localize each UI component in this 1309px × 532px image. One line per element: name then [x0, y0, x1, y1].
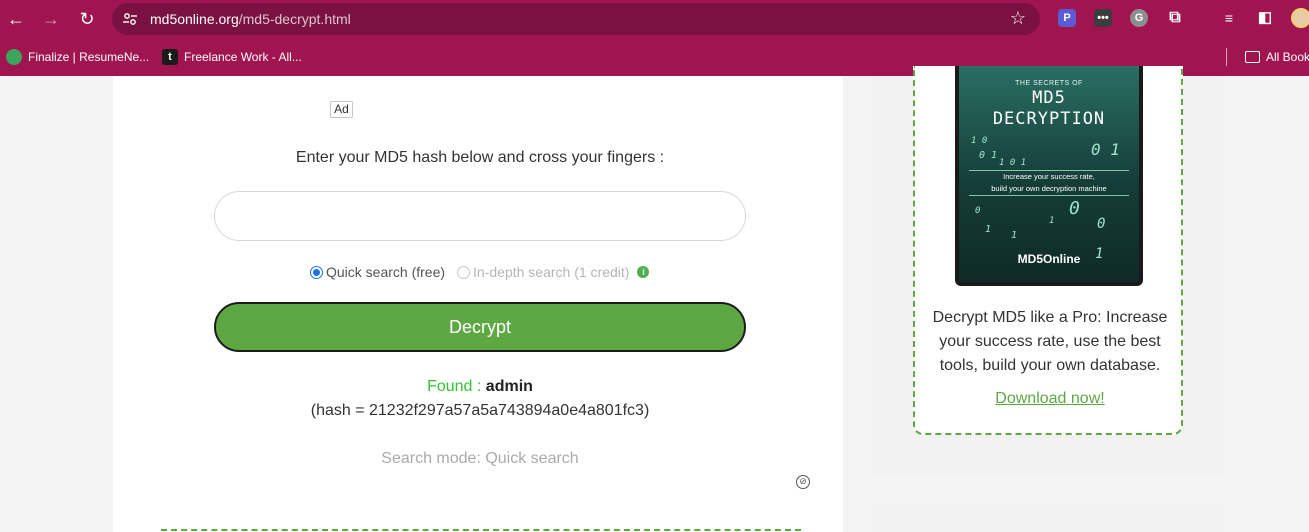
book-cover-image[interactable]: 1 0 0 1 0 1 1 0 1 0 0 0 1 1 1 1 THE SECR… — [955, 66, 1143, 286]
result-hash: (hash = 21232f297a57a5a743894a0e4a801fc3… — [310, 402, 650, 419]
info-icon[interactable]: i — [637, 266, 650, 278]
found-label: Found : — [427, 378, 482, 395]
android-icon — [6, 49, 22, 65]
cover-digit: 0 — [1069, 198, 1080, 219]
promo-description: Decrypt MD5 like a Pro: Increase your su… — [932, 309, 1168, 374]
sidebar-ad-card: 1 0 0 1 0 1 1 0 1 0 0 0 1 1 1 1 THE SECR… — [873, 66, 1223, 474]
url-text[interactable]: md5online.org/md5-decrypt.html — [150, 11, 351, 27]
reading-list-icon[interactable]: ≡ — [1220, 9, 1238, 27]
hash-prompt: Enter your MD5 hash below and cross your… — [295, 149, 665, 166]
browser-toolbar: ← → ↻ md5online.org/md5-decrypt.html ☆ P… — [0, 0, 1309, 38]
book-subtitle-line1: Increase your success rate, — [1003, 172, 1095, 181]
profile-avatar[interactable] — [1291, 8, 1309, 28]
book-promo-box: 1 0 0 1 0 1 1 0 1 0 0 0 1 1 1 1 THE SECR… — [913, 66, 1183, 435]
bookmark-item-resume[interactable]: Finalize | ResumeNe... — [6, 48, 149, 66]
hash-input[interactable] — [214, 191, 746, 241]
page-content: Ad Enter your MD5 hash below and cross y… — [0, 66, 1309, 532]
bookmark-star-icon[interactable]: ☆ — [1010, 8, 1026, 29]
cover-digit: 0 — [975, 206, 981, 216]
url-path: /md5-decrypt.html — [238, 11, 351, 27]
bookmark-item-freelance[interactable]: t Freelance Work - All... — [162, 48, 302, 66]
site-settings-icon[interactable] — [122, 11, 138, 27]
book-subtitle: Increase your success rate, build your o… — [969, 170, 1129, 196]
quick-search-label[interactable]: Quick search (free) — [326, 264, 445, 280]
indepth-search-radio[interactable] — [457, 265, 471, 279]
extension-dots-icon[interactable]: ••• — [1094, 9, 1112, 27]
bookmarks-divider — [1226, 48, 1227, 66]
search-mode-text: Search mode: Quick search — [381, 450, 579, 467]
book-cover-screen: 1 0 0 1 0 1 1 0 1 0 0 0 1 1 1 1 THE SECR… — [959, 66, 1139, 282]
bookmark-label: Freelance Work - All... — [184, 50, 302, 64]
book-top-text: THE SECRETS OF — [1015, 80, 1083, 87]
decrypt-card: Ad Enter your MD5 hash below and cross y… — [113, 76, 843, 532]
found-value: admin — [485, 378, 533, 395]
book-brand: MD5Online — [1017, 252, 1081, 266]
reload-icon[interactable]: ↻ — [76, 8, 98, 30]
result-found: Found : admin — [113, 378, 847, 396]
cover-digit: 1 0 — [971, 136, 988, 146]
all-bookmarks-label: All Bookmarks — [1266, 50, 1309, 64]
report-icon[interactable]: ⊘ — [796, 475, 810, 489]
back-icon[interactable]: ← — [5, 8, 27, 30]
cover-digit: 0 1 — [1091, 140, 1120, 159]
all-bookmarks-button[interactable]: All Bookmarks — [1245, 48, 1309, 66]
extension-p-icon[interactable]: P — [1058, 9, 1076, 27]
side-panel-icon[interactable]: ◧ — [1256, 9, 1274, 27]
sidebar-card-2 — [873, 505, 1223, 532]
cover-digit: 1 — [1049, 216, 1055, 226]
quick-search-radio[interactable] — [310, 265, 323, 279]
ad-badge[interactable]: Ad — [330, 101, 353, 118]
folder-icon — [1245, 51, 1260, 63]
forward-icon[interactable]: → — [40, 8, 62, 30]
search-mode-options: Quick search (free) In-depth search (1 c… — [310, 264, 650, 280]
book-subtitle-line2: build your own decryption machine — [991, 184, 1107, 193]
indepth-search-label[interactable]: In-depth search (1 credit) — [473, 264, 629, 280]
cover-digit: 1 0 1 — [999, 158, 1027, 168]
cover-digit: 0 — [1097, 216, 1106, 232]
download-link[interactable]: Download now! — [915, 390, 1185, 408]
book-title-line2: DECRYPTION — [992, 109, 1106, 129]
freelance-logo-icon: t — [162, 49, 178, 65]
bookmark-label: Finalize | ResumeNe... — [28, 50, 150, 64]
extensions-puzzle-icon[interactable]: ⧉ — [1166, 9, 1184, 27]
book-title-line1: MD5 — [1032, 88, 1066, 108]
address-bar[interactable]: md5online.org/md5-decrypt.html ☆ — [112, 3, 1040, 35]
cover-digit: 1 — [985, 224, 992, 235]
decrypt-button[interactable]: Decrypt — [214, 302, 746, 352]
cover-digit: 0 1 — [979, 150, 998, 161]
cover-digit: 1 — [1011, 230, 1018, 241]
url-domain: md5online.org — [150, 11, 239, 27]
extension-g-icon[interactable]: G — [1130, 9, 1148, 27]
